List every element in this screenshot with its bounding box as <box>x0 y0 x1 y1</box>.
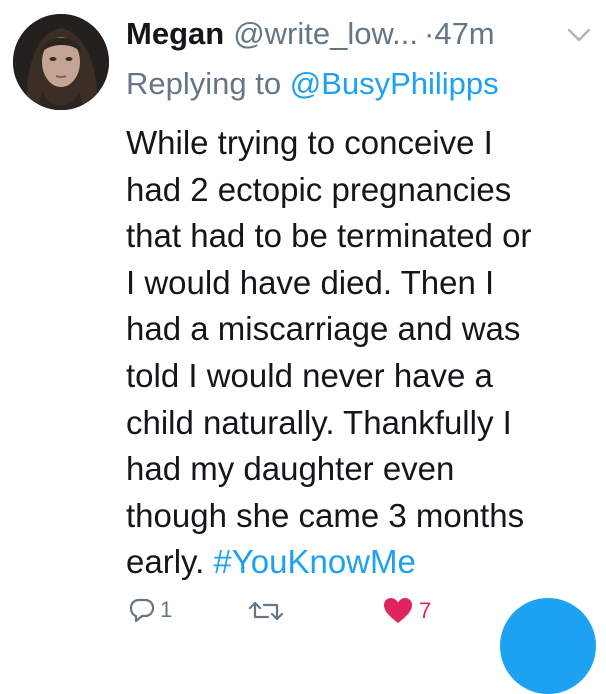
tweet-body-text: early. <box>126 543 214 581</box>
replying-to-link[interactable]: @BusyPhilipps <box>290 66 499 101</box>
hashtag-link[interactable]: #YouKnowMe <box>213 543 415 580</box>
replying-to: Replying to @BusyPhilipps <box>126 66 499 102</box>
chevron-down-icon[interactable] <box>566 26 592 44</box>
compose-button[interactable] <box>500 598 596 694</box>
retweet-button[interactable] <box>248 599 284 623</box>
avatar-image <box>13 14 109 110</box>
replying-prefix: Replying to <box>126 66 290 101</box>
tweet-body-line: though she came 3 months <box>126 496 525 534</box>
like-count: 7 <box>419 597 432 623</box>
tweet-body-last-line: early. #YouKnowMe <box>126 539 596 586</box>
tweet-body-line: had 2 ectopic pregnancies <box>126 170 512 208</box>
tweet-body-line: had my daughter even <box>126 450 455 488</box>
tweet-body-line: told I would never have a <box>126 356 493 394</box>
tweet-body-line: child naturally. Thankfully I <box>126 403 512 441</box>
tweet-body: While trying to conceive I had 2 ectopic… <box>126 120 596 586</box>
retweet-icon <box>248 601 284 621</box>
tweet-body-line: had a miscarriage and was <box>126 310 521 348</box>
user-handle[interactable]: @write_low... <box>233 16 418 52</box>
like-button[interactable]: 7 <box>383 597 431 624</box>
reply-count: 1 <box>160 597 173 622</box>
reply-icon <box>129 598 155 623</box>
tweet-body-line: While trying to conceive I <box>126 124 493 161</box>
avatar[interactable] <box>13 14 109 110</box>
tweet-body-line: that had to be terminated or <box>126 217 532 255</box>
display-name[interactable]: Megan <box>126 16 224 52</box>
timestamp[interactable]: ·47m <box>424 16 495 52</box>
tweet: Megan @write_low... ·47m Replying to @Bu… <box>0 0 606 694</box>
reply-button[interactable]: 1 <box>128 597 172 623</box>
tweet-header: Megan @write_low... ·47m <box>126 16 495 56</box>
tweet-body-line: I would have died. Then I <box>126 263 495 301</box>
heart-icon <box>384 598 412 623</box>
